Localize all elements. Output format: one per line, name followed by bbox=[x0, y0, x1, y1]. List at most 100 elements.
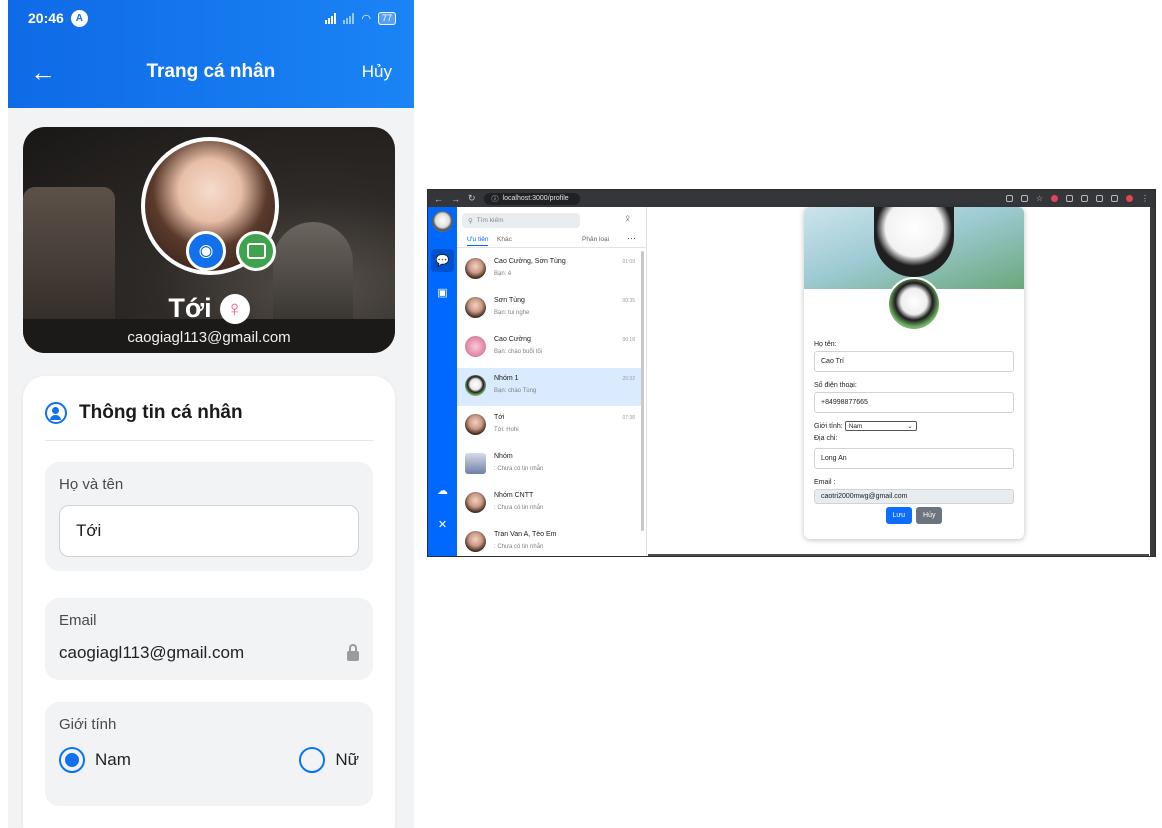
wifi-icon: ◠ bbox=[361, 12, 371, 25]
female-gender-icon: ♀ bbox=[219, 293, 250, 324]
gender-female-label: Nữ bbox=[335, 750, 359, 769]
contacts-icon[interactable]: ▣ bbox=[431, 281, 454, 304]
gender-female-radio[interactable]: Nữ bbox=[299, 747, 359, 773]
chat-icon[interactable]: 💬 bbox=[431, 249, 454, 272]
name-label: Họ tên: bbox=[814, 341, 837, 348]
tools-icon[interactable]: ✕ bbox=[431, 513, 454, 536]
avatar bbox=[465, 414, 486, 435]
add-friend-icon[interactable]: ᛟ bbox=[625, 213, 630, 223]
profile-main-area: Họ tên: Cao Trí Số điện thoại: +84998877… bbox=[648, 207, 1155, 556]
conversation-item[interactable]: Cao Cường Bạn: chào buổi tối 00:18 bbox=[457, 329, 643, 367]
conversation-item[interactable]: Cao Cường, Sơn Tùng Bạn: ê 01:09 bbox=[457, 251, 643, 289]
search-input[interactable]: ⚲ Tìm kiếm bbox=[462, 213, 580, 228]
conversation-item[interactable]: Tran Van A, Tèo Em : Chưa có tin nhắn bbox=[457, 524, 643, 556]
conversation-item[interactable]: Nhóm CNTT : Chưa có tin nhắn bbox=[457, 485, 643, 523]
scrollbar[interactable] bbox=[1150, 207, 1155, 556]
avatar bbox=[465, 375, 486, 396]
avatar bbox=[465, 531, 486, 552]
conversation-item[interactable]: Tới Tới: Hohi 07:38 bbox=[457, 407, 643, 445]
url-text: localhost:3000/profile bbox=[502, 195, 569, 202]
profile-cover: ◉ Tới ♀ caogiagl113@gmail.com bbox=[23, 127, 395, 353]
tab-priority[interactable]: Ưu tiên bbox=[467, 236, 489, 246]
conversation-item-selected[interactable]: Nhóm 1 Bạn: chào Tùng 20:32 bbox=[457, 368, 643, 406]
avatar bbox=[465, 336, 486, 357]
email-input: caotri2000mwg@gmail.com bbox=[814, 489, 1014, 504]
browser-toolbar: ← → ↻ ⓘ localhost:3000/profile ☆ ⋮ bbox=[428, 190, 1155, 207]
tab-other[interactable]: Khác bbox=[497, 236, 512, 243]
avatar[interactable] bbox=[432, 211, 453, 232]
conversation-tabs: Ưu tiên Khác Phân loại ··· bbox=[457, 233, 646, 248]
back-icon[interactable]: ← bbox=[434, 194, 443, 204]
email-value: caogiagl113@gmail.com bbox=[59, 643, 245, 662]
status-time: 20:46 bbox=[28, 10, 64, 26]
radio-selected-icon bbox=[59, 747, 85, 773]
bookmark-star-icon[interactable]: ☆ bbox=[1036, 194, 1043, 203]
name-input[interactable]: Cao Trí bbox=[814, 351, 1014, 372]
section-title: Thông tin cá nhân bbox=[79, 402, 243, 423]
cast-icon[interactable] bbox=[1005, 195, 1013, 202]
phone-label: Số điện thoại: bbox=[814, 382, 857, 389]
address-input[interactable]: Long An bbox=[814, 448, 1014, 469]
status-bar: 20:46 A ◠ 77 bbox=[8, 0, 414, 36]
puzzle-icon[interactable] bbox=[1111, 195, 1118, 202]
avatar[interactable] bbox=[887, 277, 941, 331]
app-bar: ← Trang cá nhân Hủy bbox=[8, 36, 414, 108]
more-options-icon[interactable]: ··· bbox=[627, 233, 636, 243]
translate-icon[interactable] bbox=[1020, 195, 1028, 202]
personal-info-card: Thông tin cá nhân Họ và tên Tới Email ca… bbox=[23, 376, 395, 828]
image-gallery-icon[interactable] bbox=[236, 231, 276, 271]
name-label: Họ và tên bbox=[59, 476, 124, 493]
gender-male-radio[interactable]: Nam bbox=[59, 747, 131, 773]
extension-icon[interactable] bbox=[1081, 195, 1088, 202]
address-bar[interactable]: ⓘ localhost:3000/profile bbox=[483, 192, 580, 205]
gender-male-label: Nam bbox=[95, 750, 131, 769]
chevron-down-icon: ⌄ bbox=[907, 423, 913, 430]
conversation-item[interactable]: Nhóm : Chưa có tin nhắn bbox=[457, 446, 643, 484]
gender-label: Giới tính: bbox=[814, 422, 843, 430]
app-notification-icon: A bbox=[70, 9, 88, 27]
cancel-button[interactable]: Hủy bbox=[362, 62, 392, 82]
extension-icon[interactable] bbox=[1096, 195, 1103, 202]
reload-icon[interactable]: ↻ bbox=[468, 193, 476, 204]
avatar bbox=[465, 258, 486, 279]
divider bbox=[45, 440, 373, 441]
extension-icon[interactable] bbox=[1051, 195, 1058, 202]
conversation-item[interactable]: Sơn Tùng Bạn: tui nghe 00:35 bbox=[457, 290, 643, 328]
group-avatar bbox=[465, 453, 486, 474]
page-title: Trang cá nhân bbox=[146, 61, 276, 82]
conversation-panel: ⚲ Tìm kiếm ᛟ Ưu tiên Khác Phân loại ··· … bbox=[457, 207, 647, 556]
profile-icon[interactable] bbox=[1126, 195, 1133, 202]
site-info-icon: ⓘ bbox=[491, 195, 499, 203]
name-group: Họ và tên Tới bbox=[45, 462, 373, 571]
profile-email: caogiagl113@gmail.com bbox=[127, 329, 291, 346]
profile-form: Họ tên: Cao Trí Số điện thoại: +84998877… bbox=[814, 337, 1014, 504]
gender-select[interactable]: Nam ⌄ bbox=[844, 421, 917, 431]
cancel-button[interactable]: Hủy bbox=[916, 507, 943, 524]
name-input[interactable]: Tới bbox=[59, 505, 359, 557]
classify-dropdown[interactable]: Phân loại bbox=[582, 236, 609, 243]
desktop-browser-window: ← → ↻ ⓘ localhost:3000/profile ☆ ⋮ 💬 ▣ ☁… bbox=[427, 189, 1156, 557]
user-circle-icon bbox=[45, 402, 67, 424]
phone-input[interactable]: +84998877665 bbox=[814, 392, 1014, 413]
scrollbar[interactable] bbox=[641, 251, 644, 531]
app-sidebar: 💬 ▣ ☁ ✕ bbox=[428, 207, 457, 556]
signal-icon bbox=[325, 12, 337, 24]
cloud-icon[interactable]: ☁ bbox=[431, 479, 454, 502]
menu-kebab-icon[interactable]: ⋮ bbox=[1141, 194, 1149, 203]
avatar bbox=[465, 297, 486, 318]
lock-icon bbox=[347, 643, 359, 661]
radio-unselected-icon bbox=[299, 747, 326, 773]
avatar bbox=[465, 492, 486, 513]
gender-group: Giới tính Nam Nữ bbox=[45, 702, 373, 806]
back-arrow-icon[interactable]: ← bbox=[30, 57, 60, 88]
address-label: Địa chỉ: bbox=[814, 435, 838, 442]
profile-edit-card: Họ tên: Cao Trí Số điện thoại: +84998877… bbox=[804, 207, 1024, 539]
profile-name: Tới bbox=[168, 293, 212, 323]
forward-icon[interactable]: → bbox=[451, 194, 460, 204]
save-button[interactable]: Lưu bbox=[885, 507, 913, 524]
email-label: Email : bbox=[814, 479, 836, 486]
camera-icon[interactable]: ◉ bbox=[186, 231, 226, 271]
extension-icon[interactable] bbox=[1066, 195, 1073, 202]
divider bbox=[648, 554, 1149, 556]
email-label: Email bbox=[59, 612, 97, 629]
